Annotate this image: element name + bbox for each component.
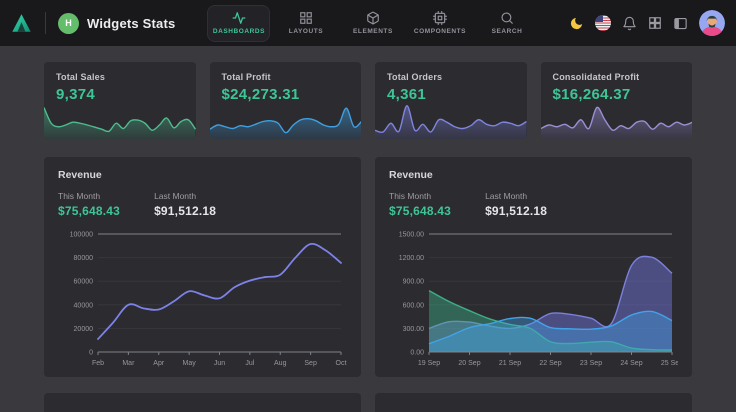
- stat-value: 4,361: [387, 86, 515, 103]
- bottom-card-left: [44, 393, 361, 412]
- svg-text:0.00: 0.00: [410, 350, 424, 357]
- svg-text:20 Sep: 20 Sep: [458, 360, 480, 367]
- stat-card-total-profit: Total Profit $24,273.31: [210, 62, 362, 139]
- stat-card-total-sales: Total Sales 9,374: [44, 62, 196, 139]
- svg-text:Sep: Sep: [304, 360, 317, 367]
- svg-text:22 Sep: 22 Sep: [539, 360, 561, 367]
- cpu-icon: [433, 11, 447, 25]
- svg-text:Jun: Jun: [214, 360, 225, 367]
- nav-item-search[interactable]: SEARCH: [475, 5, 538, 42]
- revenue-legend: This Month $75,648.43 Last Month $91,512…: [58, 191, 347, 218]
- nav-label: SEARCH: [492, 28, 523, 35]
- stat-label: Total Orders: [387, 72, 515, 82]
- legend-this-month: This Month $75,648.43: [389, 191, 451, 218]
- total-sales-sparkline: [44, 102, 196, 139]
- nav-label: DASHBOARDS: [213, 28, 265, 35]
- stat-label: Total Sales: [56, 72, 184, 82]
- nav-label: ELEMENTS: [353, 28, 393, 35]
- search-icon: [500, 11, 514, 25]
- svg-text:25 Sep: 25 Sep: [661, 360, 678, 367]
- stat-value: $16,264.37: [553, 86, 681, 103]
- revenue-line-chart: 0 20000 40000 60000 80000 100000 Feb Mar Apr May J…: [58, 226, 347, 374]
- legend-last-month: Last Month $91,512.18: [485, 191, 547, 218]
- grid-icon: [299, 11, 313, 25]
- nav-label: COMPONENTS: [414, 28, 466, 35]
- brand-logo-icon[interactable]: [10, 12, 33, 34]
- main-nav: DASHBOARDS LAYOUTS ELEMENTS COMPONENTS S…: [207, 5, 538, 42]
- svg-text:1200.00: 1200.00: [399, 255, 424, 262]
- svg-text:Feb: Feb: [92, 360, 104, 367]
- stat-label: Total Profit: [222, 72, 350, 82]
- nav-item-layouts[interactable]: LAYOUTS: [274, 5, 337, 42]
- nav-item-dashboards[interactable]: DASHBOARDS: [207, 5, 270, 42]
- header-actions: [569, 10, 736, 36]
- bottom-row: [44, 393, 692, 412]
- svg-text:Apr: Apr: [153, 360, 165, 367]
- charts-row: Revenue This Month $75,648.43 Last Month…: [44, 157, 692, 377]
- svg-text:900.00: 900.00: [403, 279, 425, 286]
- us-flag-icon[interactable]: [595, 15, 611, 31]
- activity-icon: [232, 11, 246, 25]
- main-content: Total Sales 9,374 Total Profit $24,273.3…: [0, 46, 736, 412]
- legend-last-month: Last Month $91,512.18: [154, 191, 216, 218]
- chart-title: Revenue: [58, 169, 347, 181]
- stat-card-total-orders: Total Orders 4,361: [375, 62, 527, 139]
- svg-text:21 Sep: 21 Sep: [499, 360, 521, 367]
- bottom-card-right: [375, 393, 692, 412]
- svg-text:Jul: Jul: [245, 360, 254, 367]
- svg-text:40000: 40000: [74, 302, 94, 309]
- svg-text:19 Sep: 19 Sep: [418, 360, 440, 367]
- total-orders-sparkline: [375, 102, 527, 139]
- revenue-card-daily: Revenue This Month $75,648.43 Last Month…: [375, 157, 692, 377]
- svg-text:80000: 80000: [74, 255, 94, 262]
- stat-value: 9,374: [56, 86, 184, 103]
- svg-text:23 Sep: 23 Sep: [580, 360, 602, 367]
- stat-value: $24,273.31: [222, 86, 350, 103]
- svg-text:100000: 100000: [70, 232, 93, 239]
- user-avatar[interactable]: [699, 10, 725, 36]
- stat-card-consolidated-profit: Consolidated Profit $16,264.37: [541, 62, 693, 139]
- revenue-area-chart: 0.00 300.00 600.00 900.00 1200.00 1500.00 19 S…: [389, 226, 678, 374]
- box-icon: [366, 11, 380, 25]
- bell-icon[interactable]: [622, 16, 637, 31]
- nav-label: LAYOUTS: [289, 28, 323, 35]
- sidebar-toggle-icon[interactable]: [673, 16, 688, 31]
- svg-text:24 Sep: 24 Sep: [620, 360, 642, 367]
- header-divider: [45, 12, 46, 34]
- svg-text:Aug: Aug: [274, 360, 287, 367]
- page-title: Widgets Stats: [87, 16, 175, 31]
- nav-item-components[interactable]: COMPONENTS: [408, 5, 471, 42]
- workspace-badge[interactable]: H: [58, 13, 79, 34]
- revenue-card-monthly: Revenue This Month $75,648.43 Last Month…: [44, 157, 361, 377]
- svg-text:20000: 20000: [74, 326, 94, 333]
- apps-grid-icon[interactable]: [648, 16, 662, 30]
- svg-text:600.00: 600.00: [403, 302, 425, 309]
- consolidated-profit-sparkline: [541, 102, 693, 139]
- svg-text:0: 0: [89, 350, 93, 357]
- top-bar: H Widgets Stats DASHBOARDS LAYOUTS ELEME…: [0, 0, 736, 46]
- svg-text:Oct: Oct: [336, 360, 347, 367]
- stat-label: Consolidated Profit: [553, 72, 681, 82]
- chart-title: Revenue: [389, 169, 678, 181]
- brand: H Widgets Stats: [0, 12, 175, 34]
- svg-text:300.00: 300.00: [403, 326, 425, 333]
- moon-icon[interactable]: [569, 16, 584, 31]
- svg-text:60000: 60000: [74, 279, 94, 286]
- nav-item-elements[interactable]: ELEMENTS: [341, 5, 404, 42]
- stats-row: Total Sales 9,374 Total Profit $24,273.3…: [44, 62, 692, 139]
- svg-text:May: May: [183, 360, 197, 367]
- svg-text:1500.00: 1500.00: [399, 232, 424, 239]
- legend-this-month: This Month $75,648.43: [58, 191, 120, 218]
- total-profit-sparkline: [210, 102, 362, 139]
- svg-text:Mar: Mar: [122, 360, 135, 367]
- revenue-legend: This Month $75,648.43 Last Month $91,512…: [389, 191, 678, 218]
